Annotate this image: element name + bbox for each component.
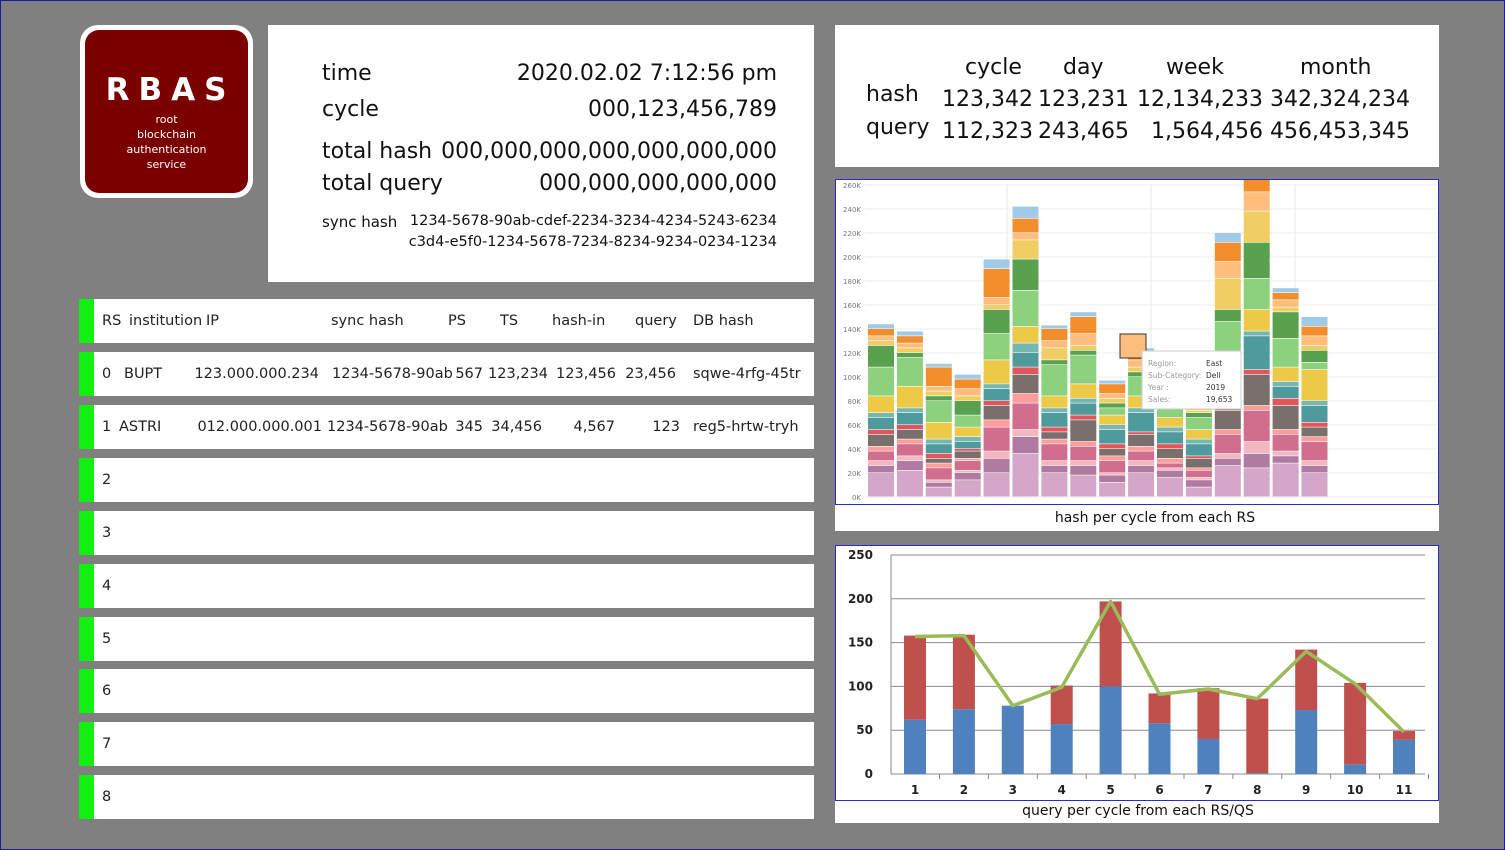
col-header-sync-hash: sync hash [331, 313, 404, 329]
cell-rs: 1 [102, 419, 112, 435]
cell-sync-hash: 1234-5678-90ab [327, 419, 448, 435]
status-indicator [79, 405, 94, 449]
summary-hash-cycle: 123,342 [942, 87, 1033, 112]
sync-hash-line: 1234-5678-90ab-cdef-2234-3234-4234-5243-… [409, 213, 777, 229]
status-indicator [79, 564, 94, 608]
cell-institution: BUPT [124, 366, 163, 382]
logo-subtitle: root blockchain authentication service [85, 112, 248, 172]
col-header-query: query [635, 313, 677, 329]
logo-line: service [146, 158, 187, 171]
cell-query: 123 [652, 419, 680, 435]
chart-border [835, 545, 1439, 801]
summary-query-day: 243,465 [1038, 119, 1129, 144]
cell-rs: 5 [102, 631, 112, 647]
cell-rs: 6 [102, 683, 112, 699]
status-indicator [79, 299, 94, 343]
col-header-ts: TS [500, 313, 519, 329]
summary-hash-month: 342,324,234 [1270, 87, 1410, 112]
total-hash-value: 000,000,000,000,000,000,000 [441, 139, 777, 164]
summary-query-cycle: 112,323 [942, 119, 1033, 144]
query-chart-caption: query per cycle from each RS/QS [1022, 803, 1254, 819]
total-query-value: 000,000,000,000,000 [539, 171, 777, 196]
cycle-value: 000,123,456,789 [588, 97, 777, 122]
cell-ts: 34,456 [491, 419, 542, 435]
cell-rs: 2 [102, 472, 112, 488]
cell-rs: 3 [102, 525, 112, 541]
status-indicator [79, 722, 94, 766]
total-hash-label: total hash [322, 139, 433, 164]
col-header-hash-in: hash-in [552, 313, 606, 329]
status-indicator [79, 617, 94, 661]
query-chart-panel: 0 50 100 150 200 250 1 2 3 4 5 6 7 8 9 10 11 query per c… [835, 545, 1439, 823]
sync-hash-label: sync hash [322, 213, 398, 231]
cell-rs: 8 [102, 789, 112, 805]
logo-title: RBAS [105, 72, 236, 108]
hash-chart-panel: 0K 20K 40K 60K 80K 100K 120K 140K 160K 180K 200K 22… [835, 179, 1439, 531]
summary-header-month: month [1300, 55, 1372, 80]
cell-hash-in: 4,567 [573, 419, 615, 435]
cycle-label: cycle [322, 97, 379, 122]
table-row[interactable]: 8 [79, 775, 814, 819]
status-indicator [79, 775, 94, 819]
summary-header-day: day [1063, 55, 1104, 80]
summary-hash-label: hash [866, 82, 919, 107]
table-row[interactable]: 7 [79, 722, 814, 766]
sync-hash-line: c3d4-e5f0-1234-5678-7234-8234-9234-0234-… [408, 234, 777, 250]
status-indicator [79, 669, 94, 713]
col-header-rs: RS [102, 313, 122, 329]
cell-institution: ASTRI [119, 419, 162, 435]
rbas-logo: RBAS root blockchain authentication serv… [80, 25, 253, 198]
cell-ip: 012.000.000.001 [197, 419, 322, 435]
summary-header-cycle: cycle [965, 55, 1022, 80]
status-indicator [79, 458, 94, 502]
summary-hash-day: 123,231 [1038, 87, 1129, 112]
cell-ts: 123,234 [488, 366, 548, 382]
table-row[interactable]: 0 BUPT 123.000.000.234 1234-5678-90ab 56… [79, 352, 814, 396]
col-header-ip: IP [206, 313, 220, 329]
table-row[interactable]: 4 [79, 564, 814, 608]
table-row[interactable]: 3 [79, 511, 814, 555]
logo-line: blockchain [137, 128, 196, 141]
cell-ps: 345 [455, 419, 483, 435]
status-indicator [79, 352, 94, 396]
cell-sync-hash: 1234-5678-90ab [332, 366, 453, 382]
summary-panel: cycle day week month hash 123,342 123,23… [835, 25, 1439, 167]
cell-hash-in: 123,456 [556, 366, 616, 382]
col-header-institution: institution [129, 313, 203, 329]
chart-border [835, 179, 1439, 505]
total-query-label: total query [322, 171, 443, 196]
cell-ps: 567 [455, 366, 483, 382]
summary-hash-week: 12,134,233 [1137, 87, 1263, 112]
status-panel: time 2020.02.02 7:12:56 pm cycle 000,123… [268, 25, 814, 282]
table-row[interactable]: 5 [79, 617, 814, 661]
hash-chart-caption: hash per cycle from each RS [1054, 510, 1256, 526]
time-label: time [322, 61, 372, 86]
cell-rs: 0 [102, 366, 112, 382]
table-row[interactable]: 1 ASTRI 012.000.000.001 1234-5678-90ab 3… [79, 405, 814, 449]
summary-header-week: week [1166, 55, 1224, 80]
time-value: 2020.02.02 7:12:56 pm [516, 61, 777, 86]
table-row[interactable]: 6 [79, 669, 814, 713]
cell-rs: 7 [102, 736, 112, 752]
cell-query: 23,456 [625, 366, 676, 382]
summary-query-month: 456,453,345 [1270, 119, 1410, 144]
cell-db-hash: sqwe-4rfg-45tr [693, 366, 801, 382]
table-header: RS institution IP sync hash PS TS hash-i… [79, 299, 814, 343]
cell-ip: 123.000.000.234 [194, 366, 319, 382]
logo-badge: RBAS root blockchain authentication serv… [85, 30, 248, 193]
cell-rs: 4 [102, 578, 112, 594]
status-indicator [79, 511, 94, 555]
logo-line: root [155, 113, 178, 126]
col-header-db-hash: DB hash [693, 313, 754, 329]
table-row[interactable]: 2 [79, 458, 814, 502]
summary-query-week: 1,564,456 [1151, 119, 1263, 144]
summary-query-label: query [866, 115, 930, 140]
col-header-ps: PS [448, 313, 466, 329]
cell-db-hash: reg5-hrtw-tryh [693, 419, 799, 435]
logo-line: authentication [126, 143, 207, 156]
